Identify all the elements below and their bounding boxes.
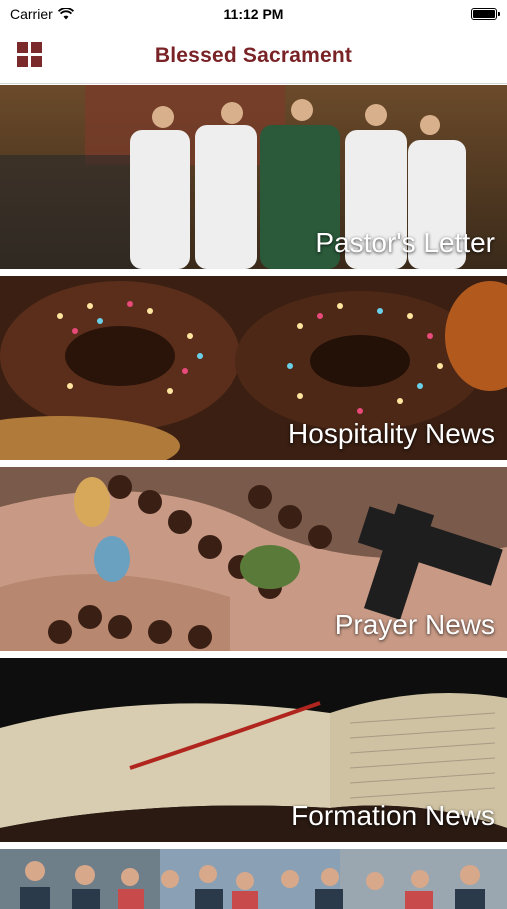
card-formation-news[interactable]: Formation News [0, 658, 507, 842]
navigation-bar: Blessed Sacrament [0, 28, 507, 84]
card-label: Hospitality News [288, 418, 495, 449]
page-title: Blessed Sacrament [154, 43, 353, 67]
card-group-photo[interactable] [0, 849, 507, 909]
wifi-icon [57, 8, 74, 20]
card-prayer-news[interactable]: Prayer News [0, 467, 507, 651]
group-photo [0, 849, 507, 909]
battery-icon [471, 8, 500, 20]
card-label: Pastor's Letter [315, 227, 495, 258]
grid-menu-icon[interactable] [16, 41, 44, 69]
card-label: Prayer News [334, 609, 495, 640]
card-label: Formation News [291, 800, 495, 831]
status-time: 11:12 PM [223, 6, 284, 22]
status-left: Carrier [10, 6, 74, 22]
card-pastors-letter[interactable]: Pastor's Letter [0, 85, 507, 269]
card-hospitality-news[interactable]: Hospitality News [0, 276, 507, 460]
status-bar: Carrier 11:12 PM [0, 0, 507, 28]
carrier-label: Carrier [10, 6, 53, 22]
news-feed: Pastor's Letter Hospitality News Prayer … [0, 85, 507, 909]
